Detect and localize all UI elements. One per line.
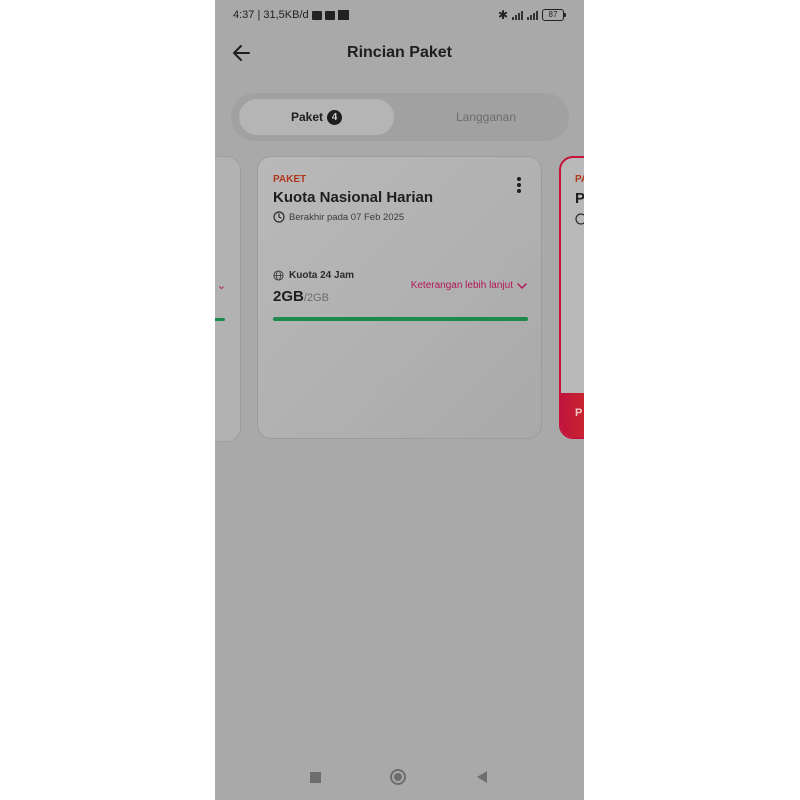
card-title: Kuota Nasional Harian xyxy=(273,189,434,206)
quota-label-text: Kuota 24 Jam xyxy=(289,270,355,281)
chevron-down-icon: ⌄ xyxy=(216,280,226,292)
card-title: P xyxy=(575,190,584,207)
package-card-next[interactable]: PA P P xyxy=(559,156,584,439)
dot-icon xyxy=(517,189,521,193)
status-time: 4:37 | 31,5KB/d xyxy=(233,9,309,21)
header: Rincian Paket xyxy=(215,36,584,72)
status-bar: 4:37 | 31,5KB/d ✱ 87 xyxy=(215,0,584,32)
quota-remaining: 2GB xyxy=(273,288,304,305)
clock-icon xyxy=(273,211,285,223)
package-card-previous[interactable]: ⌄ xyxy=(215,156,241,442)
home-button[interactable] xyxy=(390,769,406,785)
signal-2-icon xyxy=(527,10,538,20)
expiry-text: Berakhir pada 07 Feb 2025 xyxy=(289,211,405,223)
progress-bar xyxy=(215,318,225,321)
more-info-link[interactable]: Keterangan lebih lanjut xyxy=(411,280,527,291)
quota-value: 2GB/2GB xyxy=(273,288,329,305)
status-left: 4:37 | 31,5KB/d xyxy=(233,9,349,21)
signal-icon xyxy=(512,10,523,20)
system-nav-bar xyxy=(215,752,584,800)
quota-progress-fill xyxy=(273,317,528,321)
tab-langganan[interactable]: Langganan xyxy=(406,99,566,135)
more-info-text: Keterangan lebih lanjut xyxy=(410,280,513,291)
card-footer: P xyxy=(561,393,584,437)
card-kind-label: PAKET xyxy=(273,174,307,185)
tab-bar: Paket 4 Langganan xyxy=(231,93,569,141)
expiry-info: Berakhir pada 07 Feb 2025 xyxy=(273,211,404,223)
tab-langganan-label: Langganan xyxy=(455,110,517,124)
status-right: ✱ 87 xyxy=(497,8,566,22)
chat-icon xyxy=(324,10,335,20)
globe-icon xyxy=(273,270,284,281)
dot-icon xyxy=(517,177,521,181)
page-title: Rincian Paket xyxy=(347,44,452,61)
chevron-down-icon xyxy=(517,282,527,289)
system-back-button[interactable] xyxy=(477,771,487,783)
tab-paket-label: Paket xyxy=(290,110,324,124)
package-card[interactable]: PAKET Kuota Nasional Harian Berakhir pad… xyxy=(257,156,542,439)
bluetooth-icon: ✱ xyxy=(497,8,508,22)
more-options-button[interactable] xyxy=(515,177,523,195)
card-kind-label: PA xyxy=(575,174,584,185)
tab-paket[interactable]: Paket 4 xyxy=(239,99,394,135)
quota-label: Kuota 24 Jam xyxy=(273,270,354,281)
clock-icon xyxy=(575,213,584,225)
quota-progress-bar xyxy=(273,317,528,321)
card-footer-text: P xyxy=(575,407,583,419)
notification-icon xyxy=(337,10,349,20)
phone-screen: 4:37 | 31,5KB/d ✱ 87 Rincian Paket Paket… xyxy=(215,0,584,800)
battery-icon: 87 xyxy=(542,9,566,21)
dot-icon xyxy=(517,183,521,187)
message-icon xyxy=(311,10,322,20)
quota-total: /2GB xyxy=(303,292,329,304)
tab-paket-badge: 4 xyxy=(327,109,343,125)
recent-apps-button[interactable] xyxy=(310,772,321,783)
